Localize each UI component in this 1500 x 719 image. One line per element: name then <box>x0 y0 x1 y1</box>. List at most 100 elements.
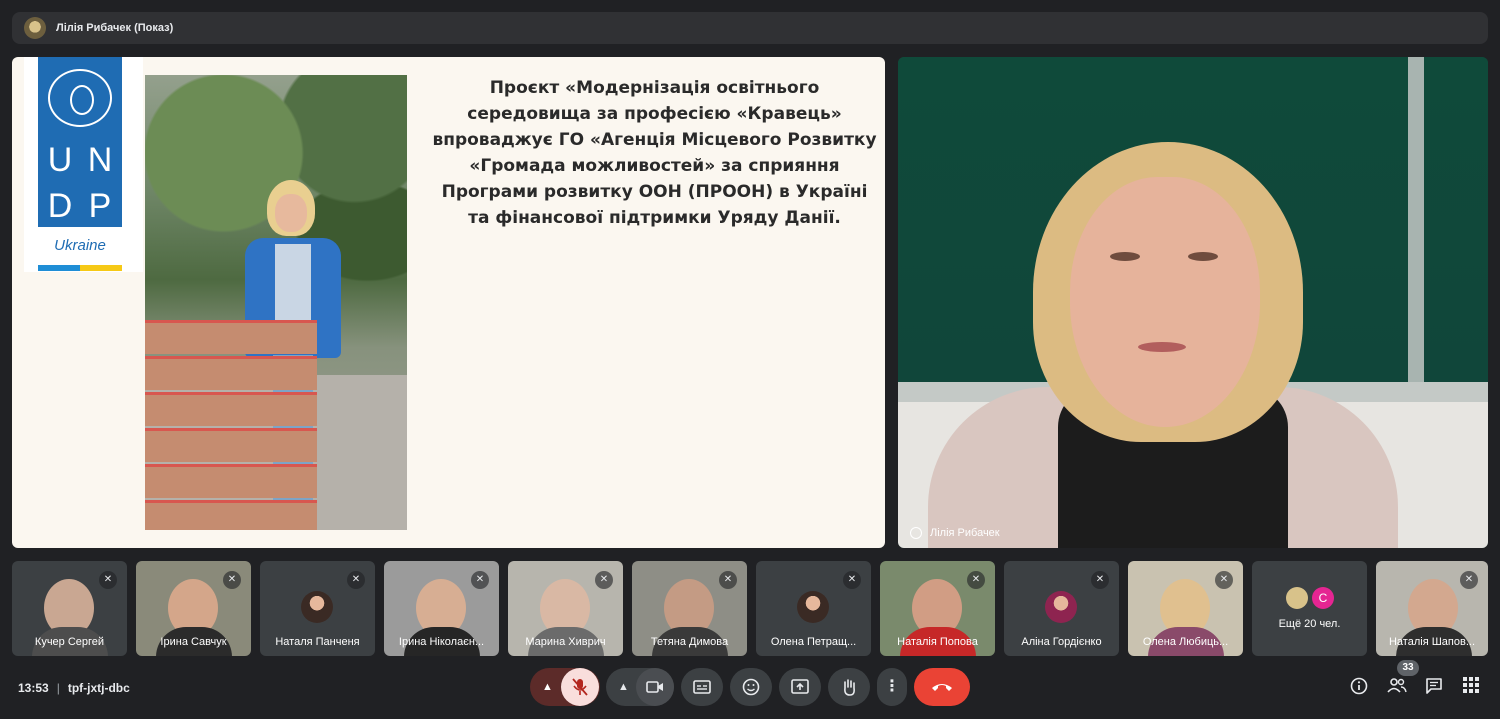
logo-letter: P <box>88 187 112 225</box>
mic-off-icon <box>572 678 588 696</box>
bottom-toolbar: 13:53 | tpf-jxtj-dbc ▲ ▲ ⋮ <box>0 660 1500 719</box>
logo-letter: D <box>47 187 73 225</box>
speaker-video[interactable]: Лілія Рибачек <box>898 57 1488 548</box>
mic-off-icon: ✕ <box>1460 571 1478 589</box>
participant-tile[interactable]: ✕ Аліна Гордієнко <box>1004 561 1119 656</box>
participant-name: Тетяна Димова <box>650 636 729 648</box>
mic-off-icon: ✕ <box>719 571 737 589</box>
mic-off-icon: ✕ <box>967 571 985 589</box>
speaker-eye <box>1188 252 1218 261</box>
activities-icon[interactable] <box>1460 677 1482 699</box>
participant-tile[interactable]: ✕ Олена Петращ... <box>756 561 871 656</box>
speaker-face <box>1070 177 1260 427</box>
meeting-info-separator: | <box>56 681 60 695</box>
presenter-avatar-icon <box>24 17 46 39</box>
participant-name: Наталія Шапов... <box>1388 636 1475 648</box>
captions-icon <box>693 680 711 694</box>
speaker-mouth <box>1138 342 1186 352</box>
flag-stripe-yellow <box>80 265 122 271</box>
mic-off-icon: ✕ <box>99 571 117 589</box>
mic-off-icon: ✕ <box>223 571 241 589</box>
present-button[interactable] <box>779 668 821 706</box>
slide-text-line: Програми розвитку ООН (ПРООН) в Україні <box>441 182 868 202</box>
board-rail <box>1408 57 1424 387</box>
more-participants-tile[interactable]: С Ещё 20 чел. <box>1252 561 1367 656</box>
participant-tile[interactable]: ✕ Ірина Савчук <box>136 561 251 656</box>
participant-name: Наталія Попова <box>897 636 978 648</box>
un-emblem-icon <box>48 69 112 127</box>
participant-name: Марина Хиврич <box>525 636 606 648</box>
participant-tile[interactable]: ✕ Ірина Ніколаєн... <box>384 561 499 656</box>
raise-hand-button[interactable] <box>828 668 870 706</box>
photo-boxes <box>145 320 317 530</box>
info-icon[interactable] <box>1348 677 1370 699</box>
emoji-icon <box>742 678 760 696</box>
presentation-title: Лілія Рибачек (Показ) <box>56 22 174 34</box>
mic-off-icon: ✕ <box>843 571 861 589</box>
participant-name: Наталя Панченя <box>275 636 360 648</box>
raise-hand-icon <box>844 679 855 696</box>
logo-letter: N <box>87 141 113 179</box>
slide-text: Проєкт «Модернізація освітнього середови… <box>432 75 877 231</box>
more-vert-icon: ⋮ <box>884 678 900 695</box>
flag-stripe-blue <box>38 265 80 271</box>
participant-avatar <box>301 591 333 623</box>
emoji-button[interactable] <box>730 668 772 706</box>
mic-toggle-button[interactable] <box>561 668 599 706</box>
pin-icon[interactable] <box>910 527 922 539</box>
slide-text-line: впроваджує ГО «Агенція Місцевого Розвитк… <box>432 130 877 150</box>
participant-tile[interactable]: ✕ Олена Любиць... <box>1128 561 1243 656</box>
people-icon[interactable] <box>1386 677 1408 699</box>
slide-photo <box>145 75 407 530</box>
speaker-name-label: Лілія Рибачек <box>910 527 1000 539</box>
participant-name: Олена Петращ... <box>770 636 857 648</box>
participant-count-badge: 33 <box>1397 660 1419 676</box>
mic-off-icon: ✕ <box>347 571 365 589</box>
slide-text-line: «Громада можливостей» за сприяння <box>469 156 840 176</box>
participant-avatar <box>797 591 829 623</box>
camera-button[interactable] <box>636 668 674 706</box>
more-participants-label: Ещё 20 чел. <box>1278 618 1341 630</box>
mic-off-icon: ✕ <box>595 571 613 589</box>
participant-tile[interactable]: ✕ Марина Хиврич <box>508 561 623 656</box>
chevron-up-icon[interactable]: ▲ <box>618 681 629 693</box>
speaker-name: Лілія Рибачек <box>930 527 1000 539</box>
participant-name: Аліна Гордієнко <box>1021 636 1102 648</box>
mic-off-icon: ✕ <box>471 571 489 589</box>
participant-avatar <box>1045 591 1077 623</box>
participant-tile[interactable]: ✕ Наталія Попова <box>880 561 995 656</box>
participant-tile[interactable]: ✕ Наталія Шапов... <box>1376 561 1488 656</box>
participant-name: Олена Любиць... <box>1142 636 1229 648</box>
logo-country: Ukraine <box>54 237 106 254</box>
participant-tile[interactable]: ✕ Тетяна Димова <box>632 561 747 656</box>
participant-avatar: С <box>1312 587 1334 609</box>
slide-text-line: середовища за професією «Кравець» <box>467 104 842 124</box>
mic-off-icon: ✕ <box>1091 571 1109 589</box>
undp-logo: U N D P Ukraine <box>24 57 143 272</box>
mic-off-icon: ✕ <box>1215 571 1233 589</box>
slide-text-line: та фінансової підтримки Уряду Данії. <box>468 208 841 228</box>
participant-tile[interactable]: ✕ Наталя Панченя <box>260 561 375 656</box>
participant-name: Ірина Савчук <box>160 636 227 648</box>
camera-icon <box>646 681 663 693</box>
chat-icon[interactable] <box>1423 677 1445 699</box>
more-options-button[interactable]: ⋮ <box>877 668 907 706</box>
meeting-code: tpf-jxtj-dbc <box>67 681 130 695</box>
participant-name: Ірина Ніколаєн... <box>398 636 485 648</box>
participant-tile[interactable]: ✕ Кучер Сергей <box>12 561 127 656</box>
captions-button[interactable] <box>681 668 723 706</box>
speaker-eye <box>1110 252 1140 261</box>
presentation-bar: Лілія Рибачек (Показ) <box>12 12 1488 44</box>
participant-name: Кучер Сергей <box>34 636 105 648</box>
slide-text-line: Проєкт «Модернізація освітнього <box>489 78 820 98</box>
meeting-time: 13:53 <box>18 681 49 695</box>
participant-strip: ✕ Кучер Сергей ✕ Ірина Савчук ✕ Наталя П… <box>12 561 1488 657</box>
meeting-info: 13:53 | tpf-jxtj-dbc <box>18 681 130 695</box>
end-call-icon <box>932 684 952 691</box>
participant-avatar <box>1286 587 1308 609</box>
presentation-slide: U N D P Ukraine Проєкт «Модернізація осв… <box>12 57 885 548</box>
present-screen-icon <box>791 679 809 694</box>
logo-letter: U <box>47 141 73 179</box>
end-call-button[interactable] <box>914 668 970 706</box>
chevron-up-icon[interactable]: ▲ <box>542 681 553 693</box>
